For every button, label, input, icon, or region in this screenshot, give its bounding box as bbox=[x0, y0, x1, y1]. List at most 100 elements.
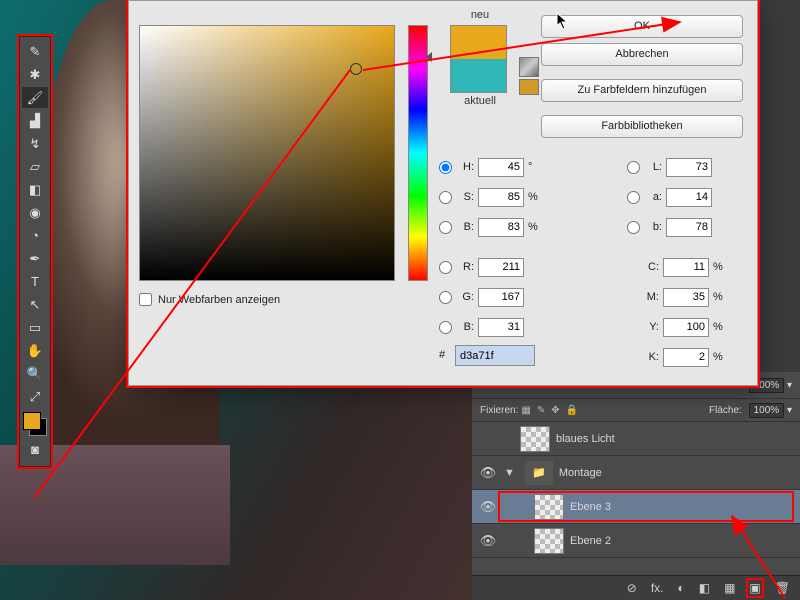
layers-bottom-icon-6[interactable]: 🗑 bbox=[775, 581, 790, 595]
tool-swap[interactable]: ⤢ bbox=[22, 386, 48, 407]
label-M: M: bbox=[643, 291, 659, 303]
input-L[interactable] bbox=[666, 158, 712, 177]
color-field-marker[interactable] bbox=[350, 63, 362, 75]
tool-shape[interactable]: ▭ bbox=[22, 317, 48, 338]
radio-L[interactable] bbox=[627, 161, 640, 174]
label-s: S: bbox=[456, 191, 474, 203]
row-M: M: % bbox=[643, 287, 723, 307]
label-b: B: bbox=[456, 221, 474, 233]
input-Y[interactable] bbox=[663, 318, 709, 337]
tool-stamp[interactable]: ▟ bbox=[22, 110, 48, 131]
radio-h[interactable] bbox=[439, 161, 452, 174]
layers-bottom-icon-3[interactable]: ◧ bbox=[699, 581, 710, 595]
layer-name: Montage bbox=[559, 467, 602, 479]
cancel-button[interactable]: Abbrechen bbox=[541, 43, 743, 66]
ok-button[interactable]: OK bbox=[541, 15, 743, 38]
layers-bottom-bar: ⊘ fx. ◐ ◧ ▦ ▣ 🗑 bbox=[472, 575, 800, 600]
row-s: S: % bbox=[439, 187, 538, 207]
tool-dodge[interactable]: ◔ bbox=[22, 225, 48, 246]
web-colors-checkbox[interactable]: Nur Webfarben anzeigen bbox=[139, 293, 280, 306]
radio-b2[interactable] bbox=[627, 221, 640, 234]
radio-g[interactable] bbox=[439, 291, 452, 304]
tool-type[interactable]: T bbox=[22, 271, 48, 292]
radio-a[interactable] bbox=[627, 191, 640, 204]
layer-thumb bbox=[520, 426, 550, 452]
gamut-swatch[interactable] bbox=[519, 79, 539, 95]
input-a[interactable] bbox=[666, 188, 712, 207]
row-b: B: % bbox=[439, 217, 538, 237]
web-colors-label: Nur Webfarben anzeigen bbox=[158, 294, 280, 306]
preview-current-swatch[interactable] bbox=[451, 59, 506, 92]
layers-bottom-icon-1[interactable]: fx. bbox=[651, 581, 664, 595]
lock-icons[interactable]: ▦✎✥🔒 bbox=[518, 405, 581, 416]
fill-value[interactable]: 100% bbox=[749, 403, 785, 418]
input-s[interactable] bbox=[478, 188, 524, 207]
input-M[interactable] bbox=[663, 288, 709, 307]
color-preview bbox=[450, 25, 507, 93]
hex-input[interactable] bbox=[455, 345, 535, 366]
tool-healing[interactable]: ✱ bbox=[22, 64, 48, 85]
tool-gradient[interactable]: ◧ bbox=[22, 179, 48, 200]
color-libraries-button[interactable]: Farbbibliotheken bbox=[541, 115, 743, 138]
tool-path-select[interactable]: ↖ bbox=[22, 294, 48, 315]
radio-bl[interactable] bbox=[439, 321, 452, 334]
hue-slider-thumb[interactable] bbox=[426, 52, 432, 62]
layer-row[interactable]: blaues Licht bbox=[472, 422, 800, 456]
hue-slider[interactable] bbox=[408, 25, 428, 281]
input-C[interactable] bbox=[663, 258, 709, 277]
label-h: H: bbox=[456, 161, 474, 173]
row-L: L: bbox=[627, 157, 712, 177]
layer-name: blaues Licht bbox=[556, 433, 615, 445]
tool-hand[interactable]: ✋ bbox=[22, 340, 48, 361]
input-b2[interactable] bbox=[666, 218, 712, 237]
row-a: a: bbox=[627, 187, 712, 207]
tool-brush[interactable]: 🖌 bbox=[22, 87, 48, 108]
visibility-toggle[interactable]: 👁 bbox=[476, 499, 500, 515]
tool-blur[interactable]: ◉ bbox=[22, 202, 48, 223]
radio-s[interactable] bbox=[439, 191, 452, 204]
row-h: H: ° bbox=[439, 157, 532, 177]
label-r: R: bbox=[456, 261, 474, 273]
label-a: a: bbox=[644, 191, 662, 203]
input-b[interactable] bbox=[478, 218, 524, 237]
input-bl[interactable] bbox=[478, 318, 524, 337]
layers-bottom-icon-5[interactable]: ▣ bbox=[749, 581, 760, 595]
input-g[interactable] bbox=[478, 288, 524, 307]
unit-s: % bbox=[528, 191, 538, 203]
tool-quickmask[interactable]: ◙ bbox=[22, 439, 48, 460]
tool-zoom[interactable]: 🔍 bbox=[22, 363, 48, 384]
tool-eyedropper[interactable]: ✎ bbox=[22, 41, 48, 62]
color-field[interactable] bbox=[139, 25, 395, 281]
label-b2: b: bbox=[644, 221, 662, 233]
radio-b[interactable] bbox=[439, 221, 452, 234]
color-swatches[interactable] bbox=[22, 411, 48, 437]
visibility-toggle[interactable]: 👁 bbox=[476, 533, 500, 549]
tool-history-brush[interactable]: ↯ bbox=[22, 133, 48, 154]
layers-bottom-icon-0[interactable]: ⊘ bbox=[627, 581, 637, 595]
folder-icon: 📁 bbox=[525, 461, 553, 485]
label-L: L: bbox=[644, 161, 662, 173]
input-h[interactable] bbox=[478, 158, 524, 177]
layer-name: Ebene 3 bbox=[570, 501, 611, 513]
radio-r[interactable] bbox=[439, 261, 452, 274]
layers-bottom-icon-4[interactable]: ▦ bbox=[724, 581, 735, 595]
hex-hash: # bbox=[439, 349, 445, 361]
row-b2: b: bbox=[627, 217, 712, 237]
foreground-swatch[interactable] bbox=[23, 412, 41, 430]
tool-pen[interactable]: ✒ bbox=[22, 248, 48, 269]
input-r[interactable] bbox=[478, 258, 524, 277]
layers-bottom-icon-2[interactable]: ◐ bbox=[677, 581, 684, 595]
tool-eraser[interactable]: ▱ bbox=[22, 156, 48, 177]
gamut-warning-icon[interactable] bbox=[519, 57, 539, 77]
input-K[interactable] bbox=[663, 348, 709, 367]
visibility-toggle[interactable]: 👁 bbox=[476, 465, 500, 481]
add-swatch-button[interactable]: Zu Farbfeldern hinzufügen bbox=[541, 79, 743, 102]
preview-new-swatch bbox=[451, 26, 506, 59]
layer-row[interactable]: 👁Ebene 2 bbox=[472, 524, 800, 558]
web-colors-input[interactable] bbox=[139, 293, 152, 306]
unit-M: % bbox=[713, 291, 723, 303]
layer-row[interactable]: 👁▼📁Montage bbox=[472, 456, 800, 490]
layer-thumb bbox=[534, 528, 564, 554]
color-picker-dialog: neu aktuell OK Abbrechen Zu Farbfeldern … bbox=[128, 0, 758, 386]
layer-row[interactable]: 👁 Ebene 3 bbox=[472, 490, 800, 524]
